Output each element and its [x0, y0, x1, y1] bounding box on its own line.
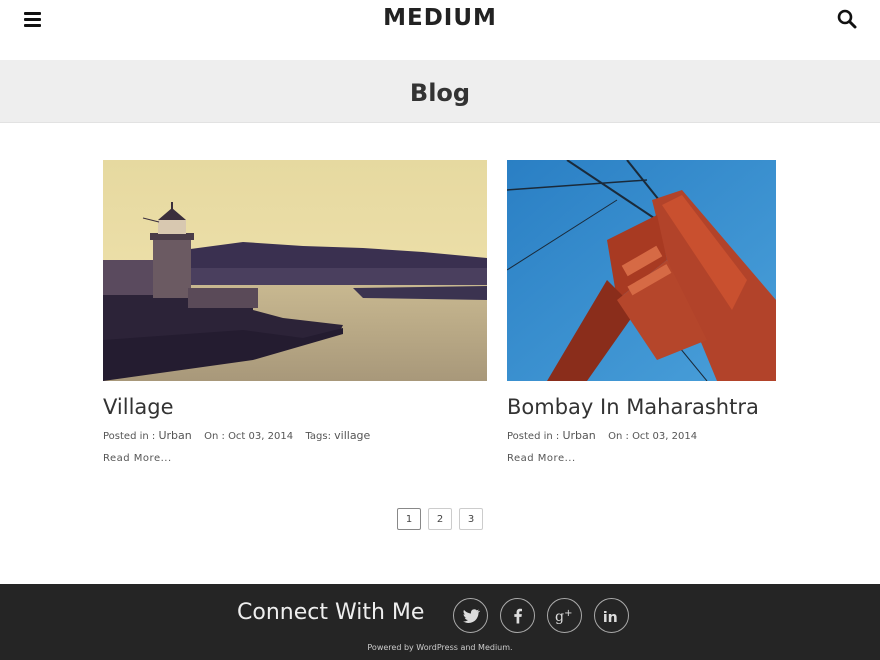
- post-title[interactable]: Village: [103, 395, 487, 419]
- site-header: MEDIUM: [0, 0, 880, 60]
- read-more-link[interactable]: Read More...: [103, 453, 172, 464]
- lighthouse-image: [103, 160, 487, 381]
- post-title[interactable]: Bombay In Maharashtra: [507, 395, 776, 419]
- post-date: Oct 03, 2014: [632, 431, 698, 442]
- post-date: Oct 03, 2014: [228, 431, 294, 442]
- svg-text:g: g: [555, 609, 564, 625]
- powered-by-text: Powered by WordPress and Medium.: [367, 643, 513, 652]
- page-link-1[interactable]: 1: [397, 508, 421, 530]
- bridge-image: [507, 160, 776, 381]
- svg-text:+: +: [564, 608, 572, 619]
- site-title[interactable]: MEDIUM: [0, 5, 880, 31]
- facebook-icon[interactable]: [500, 598, 535, 633]
- social-links: g + in: [453, 598, 629, 633]
- date-label: On :: [204, 431, 225, 442]
- tag-link[interactable]: village: [334, 429, 370, 442]
- page-banner: Blog: [0, 60, 880, 123]
- posted-in-label: Posted in :: [507, 431, 560, 442]
- tags-label: Tags:: [305, 431, 331, 442]
- post-meta: Posted in : Urban On : Oct 03, 2014 Tags…: [103, 429, 487, 442]
- search-icon[interactable]: [836, 8, 858, 30]
- twitter-icon[interactable]: [453, 598, 488, 633]
- svg-text:in: in: [602, 609, 617, 625]
- pagination: 1 2 3: [397, 508, 483, 530]
- post-meta: Posted in : Urban On : Oct 03, 2014: [507, 429, 776, 442]
- google-plus-icon[interactable]: g +: [547, 598, 582, 633]
- linkedin-icon[interactable]: in: [594, 598, 629, 633]
- blog-post-card: Bombay In Maharashtra Posted in : Urban …: [507, 160, 776, 465]
- page-link-2[interactable]: 2: [428, 508, 452, 530]
- date-label: On :: [608, 431, 629, 442]
- post-thumbnail-bridge[interactable]: [507, 160, 776, 381]
- category-link[interactable]: Urban: [158, 429, 191, 442]
- posted-in-label: Posted in :: [103, 431, 156, 442]
- category-link[interactable]: Urban: [562, 429, 595, 442]
- page-title: Blog: [409, 79, 471, 107]
- blog-post-card: Village Posted in : Urban On : Oct 03, 2…: [103, 160, 487, 465]
- page-link-3[interactable]: 3: [459, 508, 483, 530]
- post-thumbnail-lighthouse[interactable]: [103, 160, 487, 381]
- read-more-link[interactable]: Read More...: [507, 453, 576, 464]
- site-footer: Connect With Me g + in Powered by WordPre…: [0, 584, 880, 660]
- connect-title: Connect With Me: [237, 600, 425, 625]
